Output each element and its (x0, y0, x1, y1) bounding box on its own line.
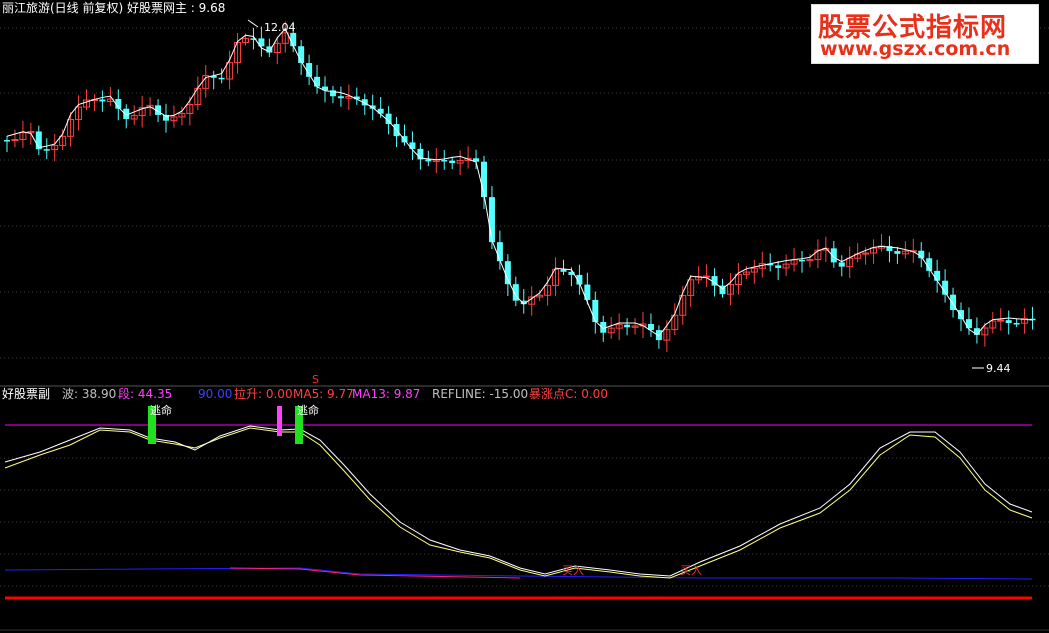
pull-signal-bar (277, 406, 282, 436)
candle-body-down (99, 99, 106, 102)
candle-body-down (481, 161, 487, 198)
candle-body-down (958, 310, 964, 320)
mid-line-highlight (229, 567, 521, 579)
candle-body-up (997, 319, 1005, 322)
indicator-surge-point: 暴涨点C: 0.00 (529, 387, 608, 401)
candle-body-down (441, 160, 448, 162)
buy-signal-label-1: 买入 (562, 564, 584, 577)
low-price-annotation: 9.44 (972, 362, 1011, 375)
stock-title: 丽江旅游(日线 前复权) 好股票网主 : 9.68 (2, 1, 226, 15)
stock-chart[interactable]: 12.04 9.44 S 逃命 逃命 买入 买入 (0, 0, 1049, 633)
candle-body-down (624, 324, 631, 328)
candle-body-down (934, 270, 941, 281)
indicator-pull: 拉升: 0.00 (234, 387, 293, 401)
high-price-label: 12.04 (264, 21, 296, 34)
candle-body-down (449, 160, 456, 164)
indicator-ma13: MA13: 9.87 (352, 387, 421, 401)
candle-body-down (337, 96, 344, 99)
moving-average-line (6, 27, 1033, 337)
candle-body-down (35, 131, 42, 150)
candle-body-down (43, 149, 50, 151)
candle-body-up (703, 275, 711, 278)
indicator-refline: REFLINE: -15.00 (432, 387, 529, 401)
indicator-segment: 段: 44.35 (118, 387, 173, 401)
price-grid (0, 27, 1049, 359)
indicator-panel-name: 好股票副 (2, 387, 51, 401)
segment-line (4, 425, 1033, 577)
candle-body-down (592, 299, 599, 322)
high-price-annotation: 12.04 (247, 19, 296, 34)
candle-body-down (425, 159, 432, 162)
indicator-grid (0, 457, 1049, 587)
site-watermark: 股票公式指标网 www.gszx.com.cn (811, 4, 1039, 64)
candle-body-up (11, 139, 19, 142)
candle-body-down (775, 265, 782, 268)
candlesticks[interactable] (4, 21, 1036, 352)
candle-body-down (4, 140, 10, 142)
candle-body-down (314, 76, 321, 87)
candle-body-down (560, 269, 567, 272)
candle-body-down (799, 259, 805, 262)
low-price-label: 9.44 (986, 362, 1011, 375)
watermark-url: www.gszx.com.cn (820, 38, 1011, 60)
candle-body-down (1005, 320, 1012, 324)
candle-body-down (838, 262, 845, 267)
candle-body-down (894, 251, 901, 254)
signal-s-marker: S (312, 373, 319, 386)
candle-body-down (1013, 323, 1020, 325)
indicator-wave: 波: 38.90 (62, 387, 117, 401)
candle-body-down (496, 242, 503, 262)
candle-body-down (290, 32, 297, 47)
candle-body-down (488, 197, 495, 243)
buy-signal-label-2: 买入 (680, 564, 702, 577)
indicator-ma5: MA5: 9.77 (293, 387, 354, 401)
candle-body-down (218, 77, 225, 80)
sell-signal-label-2: 逃命 (297, 403, 319, 417)
sell-signal-label-1: 逃命 (150, 403, 172, 417)
indicator-level-90: 90.00 (198, 387, 233, 401)
